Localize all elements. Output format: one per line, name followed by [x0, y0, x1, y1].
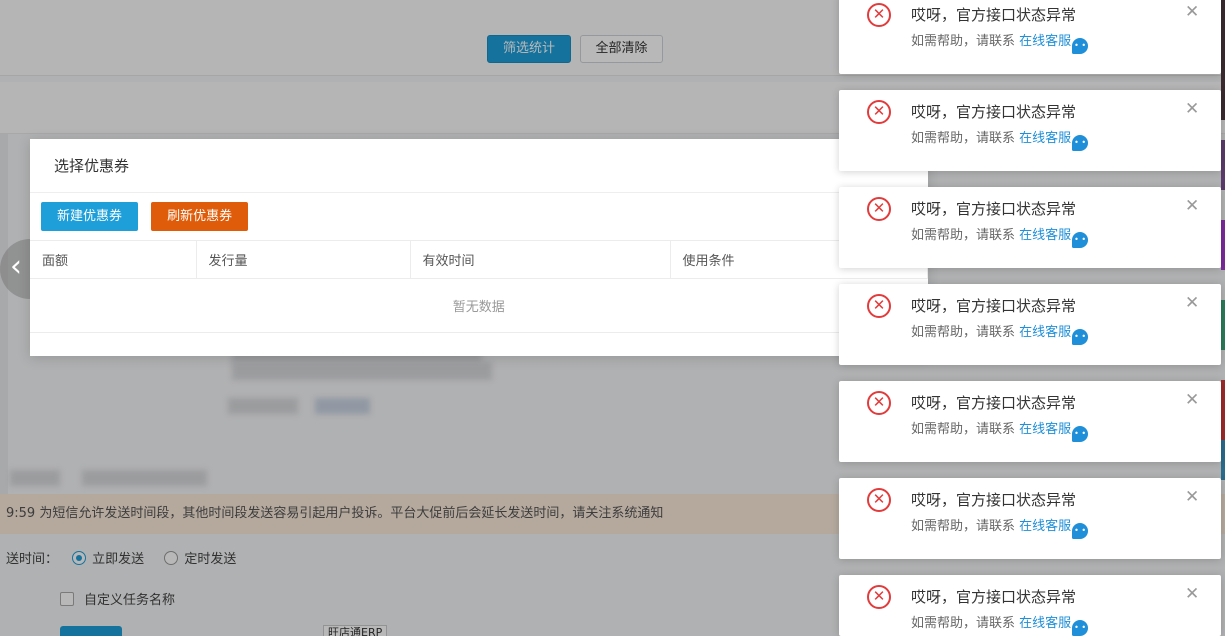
toast-title: 哎呀，官方接口状态异常 — [911, 200, 1077, 218]
column-header-amount[interactable]: 面额 — [30, 240, 197, 279]
refresh-coupon-button[interactable]: 刷新优惠券 — [151, 202, 249, 231]
toast-message: 如需帮助，请联系 在线客服 • • — [911, 615, 1089, 636]
chat-bubble-icon[interactable]: • • — [1072, 329, 1089, 345]
edge-strip — [1221, 440, 1225, 480]
close-icon[interactable]: ✕ — [1185, 293, 1199, 313]
error-toast: ✕ 哎呀，官方接口状态异常 如需帮助，请联系 在线客服 • • ✕ — [839, 575, 1221, 636]
toast-help-text: 如需帮助，请联系 — [911, 131, 1016, 146]
error-toast: ✕ 哎呀，官方接口状态异常 如需帮助，请联系 在线客服 • • ✕ — [839, 90, 1221, 171]
toast-help-text: 如需帮助，请联系 — [911, 519, 1016, 534]
edge-strip — [1221, 220, 1225, 270]
toast-message: 如需帮助，请联系 在线客服 • • — [911, 227, 1089, 248]
toast-message: 如需帮助，请联系 在线客服 • • — [911, 324, 1089, 345]
error-toast: ✕ 哎呀，官方接口状态异常 如需帮助，请联系 在线客服 • • ✕ — [839, 381, 1221, 462]
error-toast: ✕ 哎呀，官方接口状态异常 如需帮助，请联系 在线客服 • • ✕ — [839, 284, 1221, 365]
error-circle-icon: ✕ — [867, 488, 891, 512]
toast-title: 哎呀，官方接口状态异常 — [911, 588, 1077, 606]
empty-state-text: 暂无数据 — [30, 278, 928, 333]
toast-title: 哎呀，官方接口状态异常 — [911, 297, 1077, 315]
close-icon[interactable]: ✕ — [1185, 99, 1199, 119]
error-circle-icon: ✕ — [867, 294, 891, 318]
online-service-link[interactable]: 在线客服 — [1019, 422, 1071, 437]
close-icon[interactable]: ✕ — [1185, 390, 1199, 410]
chat-bubble-icon[interactable]: • • — [1072, 135, 1089, 151]
column-header-valid-time[interactable]: 有效时间 — [410, 240, 671, 279]
toast-help-text: 如需帮助，请联系 — [911, 325, 1016, 340]
select-coupon-dialog: 选择优惠券 新建优惠券 刷新优惠券 面额 发行量 有效时间 使用条件 暂无数据 — [30, 139, 928, 356]
table-header-row: 面额 发行量 有效时间 使用条件 — [30, 240, 928, 279]
edge-strip — [1221, 300, 1225, 350]
toast-message: 如需帮助，请联系 在线客服 • • — [911, 421, 1089, 442]
coupon-table: 面额 发行量 有效时间 使用条件 暂无数据 — [30, 240, 928, 333]
edge-strip — [1221, 140, 1225, 190]
error-toast: ✕ 哎呀，官方接口状态异常 如需帮助，请联系 在线客服 • • ✕ — [839, 0, 1221, 74]
online-service-link[interactable]: 在线客服 — [1019, 131, 1071, 146]
error-circle-icon: ✕ — [867, 585, 891, 609]
toast-message: 如需帮助，请联系 在线客服 • • — [911, 33, 1089, 54]
toast-title: 哎呀，官方接口状态异常 — [911, 491, 1077, 509]
toast-title: 哎呀，官方接口状态异常 — [911, 6, 1077, 24]
edge-strip — [1221, 0, 1225, 120]
toast-title: 哎呀，官方接口状态异常 — [911, 103, 1077, 121]
column-header-issued[interactable]: 发行量 — [196, 240, 411, 279]
error-toast: ✕ 哎呀，官方接口状态异常 如需帮助，请联系 在线客服 • • ✕ — [839, 478, 1221, 559]
edge-strip — [1221, 380, 1225, 440]
online-service-link[interactable]: 在线客服 — [1019, 325, 1071, 340]
toast-message: 如需帮助，请联系 在线客服 • • — [911, 130, 1089, 151]
error-toast: ✕ 哎呀，官方接口状态异常 如需帮助，请联系 在线客服 • • ✕ — [839, 187, 1221, 268]
toast-help-text: 如需帮助，请联系 — [911, 422, 1016, 437]
online-service-link[interactable]: 在线客服 — [1019, 228, 1071, 243]
online-service-link[interactable]: 在线客服 — [1019, 616, 1071, 631]
close-icon[interactable]: ✕ — [1185, 487, 1199, 507]
chat-bubble-icon[interactable]: • • — [1072, 38, 1089, 54]
chat-bubble-icon[interactable]: • • — [1072, 426, 1089, 442]
error-circle-icon: ✕ — [867, 197, 891, 221]
close-icon[interactable]: ✕ — [1185, 2, 1199, 22]
online-service-link[interactable]: 在线客服 — [1019, 34, 1071, 49]
dialog-toolbar: 新建优惠券 刷新优惠券 — [30, 193, 928, 240]
error-circle-icon: ✕ — [867, 100, 891, 124]
toast-message: 如需帮助，请联系 在线客服 • • — [911, 518, 1089, 539]
chat-bubble-icon[interactable]: • • — [1072, 620, 1089, 636]
online-service-link[interactable]: 在线客服 — [1019, 519, 1071, 534]
chat-bubble-icon[interactable]: • • — [1072, 523, 1089, 539]
toast-help-text: 如需帮助，请联系 — [911, 34, 1016, 49]
dialog-title: 选择优惠券 — [30, 139, 928, 193]
chat-bubble-icon[interactable]: • • — [1072, 232, 1089, 248]
toast-help-text: 如需帮助，请联系 — [911, 616, 1016, 631]
toast-title: 哎呀，官方接口状态异常 — [911, 394, 1077, 412]
error-circle-icon: ✕ — [867, 391, 891, 415]
close-icon[interactable]: ✕ — [1185, 196, 1199, 216]
close-icon[interactable]: ✕ — [1185, 584, 1199, 604]
new-coupon-button[interactable]: 新建优惠券 — [41, 202, 138, 231]
table-row: 暂无数据 — [30, 278, 928, 333]
toast-help-text: 如需帮助，请联系 — [911, 228, 1016, 243]
chevron-left-icon: ‹ — [10, 249, 22, 284]
error-circle-icon: ✕ — [867, 3, 891, 27]
